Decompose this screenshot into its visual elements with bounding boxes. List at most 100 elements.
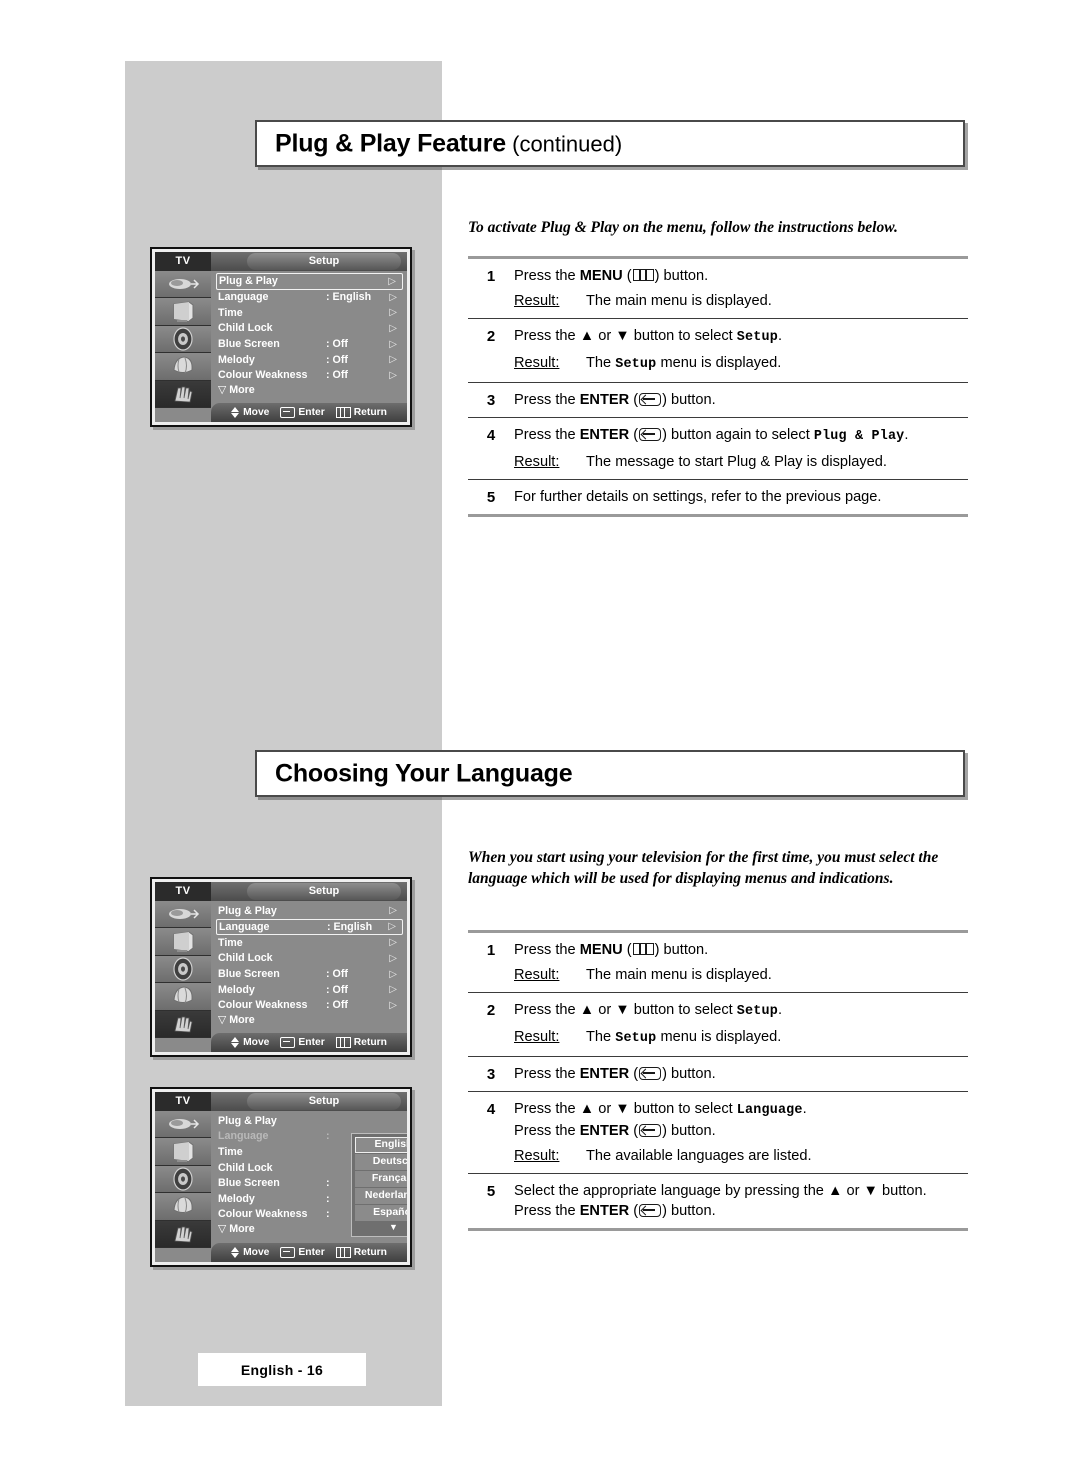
osd-item-value: : Off xyxy=(326,983,348,996)
menu-icon xyxy=(632,269,654,281)
osd-return-label: Return xyxy=(353,1247,387,1258)
antenna-icon[interactable] xyxy=(155,901,211,929)
osd-move-label: Move xyxy=(243,407,270,418)
osd-item-time[interactable]: Time ▷ xyxy=(216,935,403,951)
antenna-icon[interactable] xyxy=(155,1111,211,1139)
osd-item-label: Colour Weakness xyxy=(218,369,308,382)
sound-icon[interactable] xyxy=(155,1165,211,1194)
osd-item-label: Language xyxy=(219,920,270,933)
language-option-english[interactable]: English xyxy=(355,1137,407,1153)
osd-more-label[interactable]: ▽ More xyxy=(216,383,403,396)
osd-item-colour-weakness[interactable]: Colour Weakness : Off ▷ xyxy=(216,367,403,383)
osd-item-blue-screen[interactable]: Blue Screen : Off ▷ xyxy=(216,336,403,352)
menu-name: Setup xyxy=(615,357,657,372)
step-number: 5 xyxy=(486,1183,496,1200)
setup-hand-icon[interactable] xyxy=(155,1010,211,1038)
chevron-right-icon: ▷ xyxy=(388,275,396,287)
osd-item-plug-and-play[interactable]: Plug & Play ▷ xyxy=(216,903,403,919)
osd-more-label[interactable]: ▽ More xyxy=(216,1013,403,1026)
step-text-post: . xyxy=(777,1002,783,1018)
result-text-pre: The xyxy=(586,355,616,371)
osd-item-child-lock[interactable]: Child Lock ▷ xyxy=(216,321,403,337)
osd-move-hint: Move xyxy=(231,1037,269,1048)
osd-item-value: : Off xyxy=(326,968,348,981)
chevron-right-icon: ▷ xyxy=(389,338,397,350)
picture-icon[interactable] xyxy=(155,928,211,956)
osd-item-label: Child Lock xyxy=(218,952,273,965)
osd-item-plug-and-play[interactable]: Plug & Play ▷ xyxy=(216,273,403,290)
osd-screenshot-language-highlighted: TV Setup Plug & Play ▷ Language : Englis… xyxy=(150,877,412,1057)
osd-item-melody[interactable]: Melody : Off ▷ xyxy=(216,352,403,368)
setup-hand-icon[interactable] xyxy=(155,380,211,408)
result-text-pre: The xyxy=(586,1029,616,1045)
channel-icon[interactable] xyxy=(155,353,211,381)
osd-item-value: : Off xyxy=(326,369,348,382)
osd-item-value: : Off xyxy=(326,338,348,351)
language-option-nederlands[interactable]: Nederlands xyxy=(355,1188,407,1204)
antenna-icon[interactable] xyxy=(155,271,211,299)
osd-item-value: : English xyxy=(327,920,373,933)
step-text-post: button. xyxy=(659,942,709,958)
osd-item-label: Blue Screen xyxy=(218,338,280,351)
osd-item-melody[interactable]: Melody : Off ▷ xyxy=(216,982,403,998)
language-option-espanol[interactable]: Español xyxy=(355,1205,407,1221)
osd-screen: TV Setup Plug & Play ▷ Language : Englis… xyxy=(155,252,407,422)
sound-icon[interactable] xyxy=(155,325,211,354)
step-number: 5 xyxy=(486,489,496,506)
language-option-francais[interactable]: Français xyxy=(355,1171,407,1187)
osd-item-plug-and-play[interactable]: Plug & Play xyxy=(216,1113,403,1129)
step-number: 2 xyxy=(486,1002,496,1019)
table-row: 2 Press the ▲ or ▼ button to select Setu… xyxy=(468,319,968,383)
osd-enter-label: Enter xyxy=(298,1247,325,1258)
osd-item-language[interactable]: Language : English ▷ xyxy=(216,918,403,936)
osd-item-time[interactable]: Time ▷ xyxy=(216,305,403,321)
step-number: 1 xyxy=(486,942,496,959)
sound-icon[interactable] xyxy=(155,955,211,984)
steps-bottom-rule xyxy=(468,514,968,517)
step-instruction: Press the ENTER () button. xyxy=(514,1066,716,1082)
menu-icon xyxy=(335,1247,351,1258)
osd-screenshot-plug-and-play: TV Setup Plug & Play ▷ Language : Englis… xyxy=(150,247,412,427)
osd-item-value: : English xyxy=(326,291,372,304)
result-text-post: menu is displayed. xyxy=(656,355,782,371)
step-instruction: Press the MENU () button. xyxy=(514,268,709,284)
chevron-right-icon: ▷ xyxy=(389,999,397,1011)
result-line: Result: The Setup menu is displayed. xyxy=(514,353,968,375)
osd-item-language[interactable]: Language : English ▷ xyxy=(216,290,403,306)
enter-icon xyxy=(639,1067,662,1080)
language-dropdown[interactable]: English Deutsch Français Nederlands Espa… xyxy=(351,1133,407,1237)
menu-name: Plug & Play xyxy=(813,429,905,444)
channel-icon[interactable] xyxy=(155,983,211,1011)
step-number: 4 xyxy=(486,427,496,444)
chevron-down-icon[interactable]: ▼ xyxy=(355,1222,407,1233)
osd-item-colour-weakness[interactable]: Colour Weakness : Off ▷ xyxy=(216,997,403,1013)
table-row: 4 Press the ▲ or ▼ button to select Lang… xyxy=(468,1092,968,1174)
osd-item-blue-screen[interactable]: Blue Screen : Off ▷ xyxy=(216,966,403,982)
step-text-post: button. xyxy=(666,392,716,408)
step-text-pre: Press the ▲ or ▼ button to select xyxy=(514,1101,737,1117)
chevron-right-icon: ▷ xyxy=(389,952,397,964)
button-name: ENTER xyxy=(579,392,630,408)
result-text: The Setup menu is displayed. xyxy=(586,353,781,375)
menu-icon xyxy=(335,1037,351,1048)
step-text-pre: Press the xyxy=(514,427,580,443)
step-body: Press the ENTER () button. xyxy=(514,390,968,410)
picture-icon[interactable] xyxy=(155,1138,211,1166)
chevron-right-icon: ▷ xyxy=(389,905,397,917)
step-text-pre: Press the xyxy=(514,392,580,408)
step-text-pre: Press the xyxy=(514,1203,580,1219)
osd-item-child-lock[interactable]: Child Lock ▷ xyxy=(216,951,403,967)
step-text-pre: Press the xyxy=(514,1066,580,1082)
picture-icon[interactable] xyxy=(155,298,211,326)
setup-hand-icon[interactable] xyxy=(155,1220,211,1248)
page-title: Plug & Play Feature xyxy=(275,129,506,157)
channel-icon[interactable] xyxy=(155,1193,211,1221)
osd-menu-list: Plug & Play ▷ Language : English ▷ Time … xyxy=(211,271,407,403)
step-body: Press the ENTER () button. xyxy=(514,1064,968,1084)
language-option-deutsch[interactable]: Deutsch xyxy=(355,1154,407,1170)
result-text: The Setup menu is displayed. xyxy=(586,1027,781,1049)
osd-menu-list: Plug & Play Language : Time Child Lock B… xyxy=(211,1111,407,1243)
step-number: 3 xyxy=(486,392,496,409)
table-row: 2 Press the ▲ or ▼ button to select Setu… xyxy=(468,993,968,1057)
result-label-text: Result: xyxy=(514,454,560,470)
